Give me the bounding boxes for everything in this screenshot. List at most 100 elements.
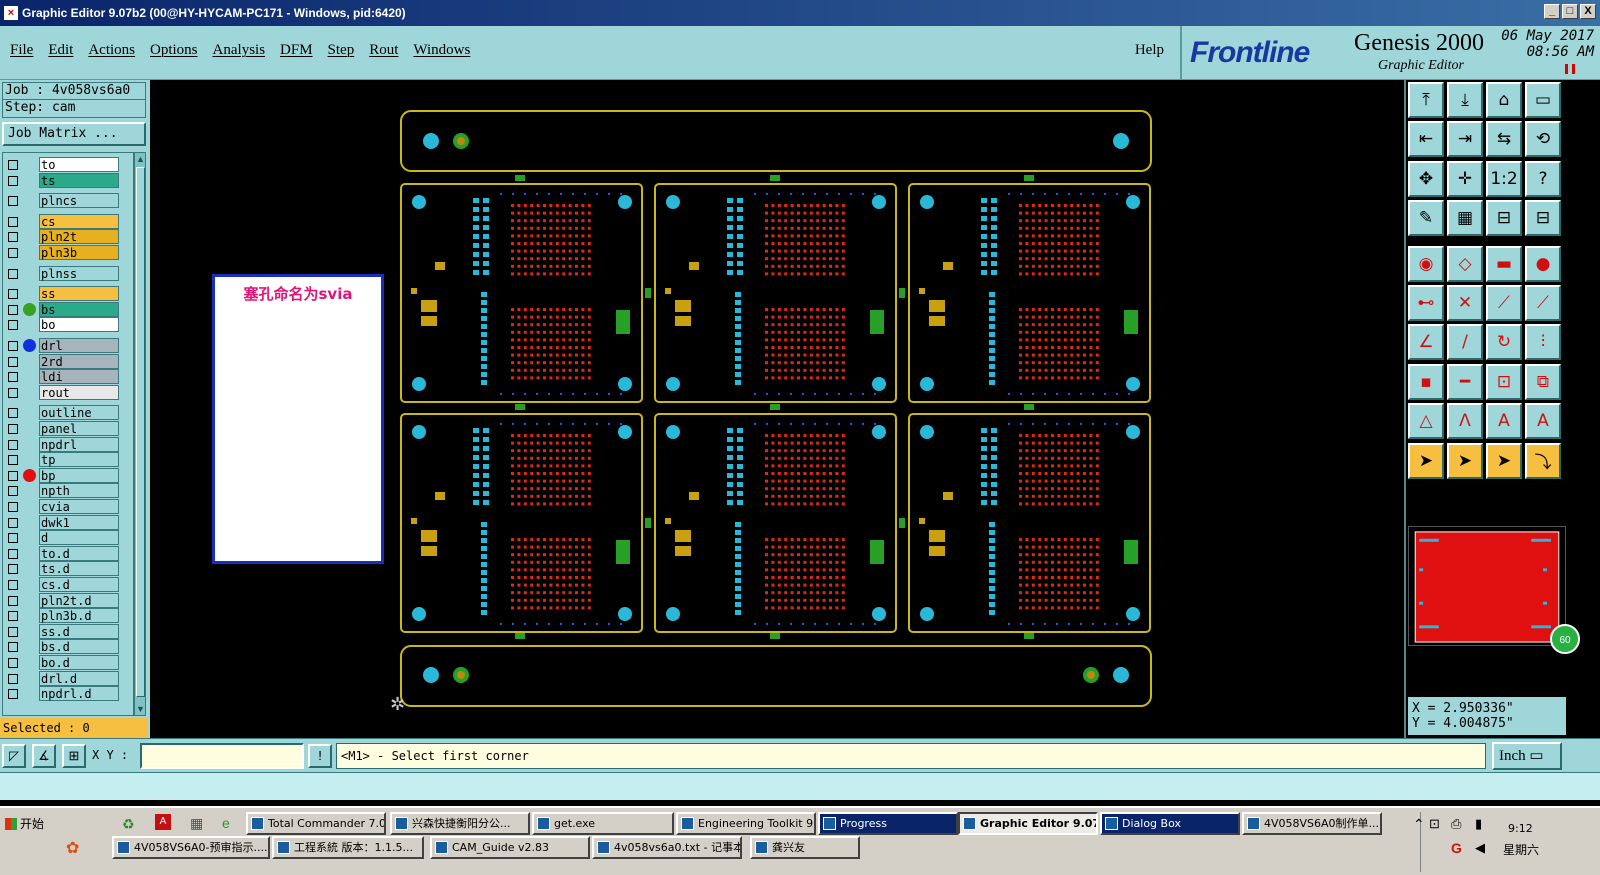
layer-row[interactable]: bs.d [3,639,133,655]
tool-button-icon[interactable]: ▬ [1486,245,1522,282]
layer-row[interactable]: tp [3,452,133,468]
pcb-panel-drawing[interactable] [399,108,1155,710]
menu-options[interactable]: Options [150,42,198,59]
layer-checkbox[interactable] [8,439,18,450]
menu-rout[interactable]: Rout [369,42,398,59]
layer-row[interactable]: pln2t.d [3,592,133,608]
tool-button-icon[interactable]: ➤ [1408,442,1444,479]
layer-name[interactable]: npdrl [39,436,119,452]
layer-name[interactable]: bo.d [39,655,119,670]
layer-name[interactable]: bs [39,301,119,317]
layer-checkbox[interactable] [8,548,18,559]
start-button[interactable]: 开始 [2,812,56,836]
layer-name[interactable]: ss.d [39,623,119,639]
layer-checkbox[interactable] [8,372,18,383]
tool-button-icon[interactable]: ⟋ [1525,285,1561,321]
menu-analysis[interactable]: Analysis [213,42,266,59]
taskbar-button[interactable]: 龚兴友 [750,836,860,859]
layer-row[interactable]: to.d [3,545,133,561]
grid-icon[interactable]: ⊞ [62,744,86,768]
layer-name[interactable]: tp [39,452,119,468]
taskbar-button[interactable]: Progress [818,812,958,835]
layer-row[interactable]: d [3,530,133,546]
menu-windows[interactable]: Windows [413,42,470,59]
layer-name[interactable]: plncs [39,193,119,209]
layer-row[interactable]: npdrl.d [3,686,133,702]
layer-checkbox[interactable] [8,595,18,606]
layer-checkbox[interactable] [8,642,18,653]
quicklaunch-colors-icon[interactable]: ✿ [66,838,79,858]
layer-checkbox[interactable] [8,673,18,684]
tool-button-icon[interactable]: △ [1408,403,1444,440]
layer-name[interactable]: pln2t.d [39,592,119,608]
tool-button-icon[interactable]: ⊡ [1486,363,1522,400]
layer-row[interactable]: outline [3,405,133,421]
tool-button-icon[interactable]: ⇥ [1447,121,1483,158]
layer-checkbox[interactable] [8,424,18,434]
scroll-up-icon[interactable]: ▲ [136,154,145,164]
maximize-button[interactable]: □ [1562,4,1578,19]
layer-row[interactable]: npth [3,483,133,499]
layer-row[interactable]: plnss [3,265,133,281]
layer-list[interactable]: to ts plncs cs pln2t pln3b plnss ss bs bo drl 2rd ld… [2,152,134,716]
layer-scrollbar[interactable]: ▲ ▼ [134,152,146,716]
menu-step[interactable]: Step [328,42,355,59]
taskbar-button[interactable]: 工程系統 版本：1.1.5... [272,836,424,859]
layer-checkbox[interactable] [8,341,18,351]
layer-checkbox[interactable] [8,196,18,207]
tool-button-icon[interactable]: ? [1525,160,1561,197]
layer-row[interactable]: 2rd [3,353,133,369]
layer-row[interactable]: drl [3,338,133,353]
tool-button-icon[interactable]: ▭ [1525,82,1561,118]
tray-up-icon[interactable]: ⌃ [1413,816,1425,833]
layer-row[interactable]: bp [3,467,133,483]
tool-button-icon[interactable]: ⟲ [1525,121,1561,158]
tool-button-icon[interactable]: ➤ [1447,442,1483,479]
layer-name[interactable]: drl.d [39,670,119,686]
layer-name[interactable]: bs.d [39,639,119,655]
layer-checkbox[interactable] [8,304,18,315]
layer-checkbox[interactable] [8,564,18,575]
layer-row[interactable]: npdrl [3,436,133,452]
tool-button-icon[interactable]: ▪ [1408,363,1444,400]
layer-checkbox[interactable] [8,658,18,668]
layer-name[interactable]: cvia [39,499,119,514]
tray-signal-icon[interactable]: ▮ [1475,816,1482,832]
layer-checkbox[interactable] [8,626,18,637]
taskbar-button[interactable]: Dialog Box [1100,812,1240,835]
layer-name[interactable]: 2rd [39,353,119,369]
tool-button-icon[interactable]: / [1447,324,1483,361]
minimize-button[interactable]: _ [1544,4,1560,19]
layer-checkbox[interactable] [8,175,18,186]
layer-name[interactable]: outline [39,405,119,421]
quicklaunch-calc-icon[interactable]: ▦ [190,815,203,832]
tool-button-icon[interactable]: ∠ [1408,324,1444,361]
tool-button-icon[interactable]: ⊟ [1486,200,1522,237]
tray-g-icon[interactable]: G [1451,840,1462,856]
layer-name[interactable]: to.d [39,545,119,561]
layer-row[interactable]: pln2t [3,229,133,245]
layer-checkbox[interactable] [8,248,18,258]
tool-button-icon[interactable]: ◇ [1447,245,1483,282]
layer-name[interactable]: ts.d [39,561,119,577]
tool-button-icon[interactable]: ➤ [1486,442,1522,479]
tool-button-icon[interactable]: ⫶ [1525,324,1561,361]
tool-button-icon[interactable]: ━ [1447,363,1483,400]
layer-name[interactable]: to [39,157,119,172]
tool-button-icon[interactable]: ⤒ [1408,82,1444,118]
layer-name[interactable]: ldi [39,369,119,385]
layer-name[interactable]: cs [39,213,119,229]
layer-row[interactable]: ss [3,286,133,302]
layer-row[interactable]: plncs [3,193,133,209]
layer-row[interactable]: rout [3,384,133,400]
layer-checkbox[interactable] [8,689,18,700]
menu-dfm[interactable]: DFM [280,42,313,59]
info-icon[interactable]: ! [308,744,332,768]
taskbar-button[interactable]: Graphic Editor 9.07... [958,812,1098,835]
tool-button-icon[interactable]: 1:2 [1486,160,1522,197]
layer-row[interactable]: bs [3,301,133,317]
tool-button-icon[interactable]: ⇆ [1486,121,1522,158]
tool-button-icon[interactable]: ⌂ [1486,82,1522,118]
layer-checkbox[interactable] [8,580,18,590]
quicklaunch-pdf-icon[interactable]: A [155,814,171,830]
